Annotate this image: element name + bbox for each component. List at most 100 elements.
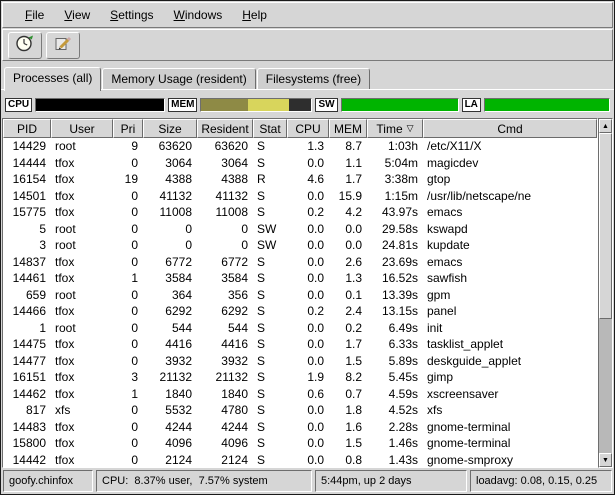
cell-pri: 19 xyxy=(113,172,143,186)
cell-stat: S xyxy=(253,420,287,434)
table-row[interactable]: 3root000SW0.00.024.81skupdate xyxy=(3,237,597,254)
cell-time: 1.46s xyxy=(367,436,423,450)
menu-item-view[interactable]: View xyxy=(54,5,100,25)
menu-item-help[interactable]: Help xyxy=(232,5,277,25)
table-row[interactable]: 15800tfox040964096S0.01.51.46sgnome-term… xyxy=(3,435,597,452)
column-header-time[interactable]: Time▽ xyxy=(367,119,423,138)
column-header-pid[interactable]: PID xyxy=(3,119,51,138)
cell-user: tfox xyxy=(51,370,113,384)
cell-time: 4.52s xyxy=(367,403,423,417)
cell-cpu: 0.0 xyxy=(287,255,329,269)
column-header-mem[interactable]: MEM xyxy=(329,119,367,138)
menu-items: FileViewSettingsWindowsHelp xyxy=(15,5,277,25)
column-header-size[interactable]: Size xyxy=(143,119,197,138)
cell-pri: 0 xyxy=(113,436,143,450)
cell-time: 29.58s xyxy=(367,222,423,236)
column-header-cpu[interactable]: CPU xyxy=(287,119,329,138)
column-header-stat[interactable]: Stat xyxy=(253,119,287,138)
cell-cmd: tasklist_applet xyxy=(423,337,597,351)
table-row[interactable]: 14462tfox118401840S0.60.74.59sxscreensav… xyxy=(3,386,597,403)
cell-size: 2124 xyxy=(143,453,197,467)
cell-pri: 0 xyxy=(113,205,143,219)
column-header-cmd[interactable]: Cmd xyxy=(423,119,597,138)
cell-resident: 41132 xyxy=(197,189,253,203)
table-row[interactable]: 14483tfox042444244S0.01.62.28sgnome-term… xyxy=(3,419,597,436)
table-row[interactable]: 14501tfox04113241132S0.015.91:15m/usr/li… xyxy=(3,188,597,205)
table-row[interactable]: 817xfs055324780S0.01.84.52sxfs xyxy=(3,402,597,419)
cell-resident: 3932 xyxy=(197,354,253,368)
cell-time: 1.43s xyxy=(367,453,423,467)
cell-cmd: gimp xyxy=(423,370,597,384)
cell-stat: S xyxy=(253,321,287,335)
table-row[interactable]: 14477tfox039323932S0.01.55.89sdeskguide_… xyxy=(3,353,597,370)
cell-time: 23.69s xyxy=(367,255,423,269)
scrollbar-trough[interactable] xyxy=(599,133,612,453)
table-row[interactable]: 14837tfox067726772S0.02.623.69semacs xyxy=(3,254,597,271)
menu-item-settings[interactable]: Settings xyxy=(100,5,163,25)
tab-filesystems-free[interactable]: Filesystems (free) xyxy=(257,68,370,89)
table-row[interactable]: 659root0364356S0.00.113.39sgpm xyxy=(3,287,597,304)
table-row[interactable]: 1root0544544S0.00.26.49sinit xyxy=(3,320,597,337)
menu-item-file[interactable]: File xyxy=(15,5,54,25)
table-row[interactable]: 15775tfox01100811008S0.24.243.97semacs xyxy=(3,204,597,221)
cell-size: 544 xyxy=(143,321,197,335)
cell-size: 0 xyxy=(143,238,197,252)
cell-user: tfox xyxy=(51,387,113,401)
cell-pri: 0 xyxy=(113,238,143,252)
tab-processes-all[interactable]: Processes (all) xyxy=(4,67,101,91)
menu-item-windows[interactable]: Windows xyxy=(164,5,233,25)
cell-pri: 9 xyxy=(113,139,143,153)
cell-stat: S xyxy=(253,271,287,285)
table-row[interactable]: 14461tfox135843584S0.01.316.52ssawfish xyxy=(3,270,597,287)
column-header-resident[interactable]: Resident xyxy=(197,119,253,138)
scroll-down-button[interactable]: ▼ xyxy=(599,453,612,467)
gtop-window: FileViewSettingsWindowsHelp xyxy=(0,0,615,495)
table-row[interactable]: 16151tfox32113221132S1.98.25.45sgimp xyxy=(3,369,597,386)
cell-resident: 4244 xyxy=(197,420,253,434)
scrollbar-thumb[interactable] xyxy=(599,133,612,319)
cell-time: 5.89s xyxy=(367,354,423,368)
bar-segment xyxy=(342,99,458,111)
cell-cpu: 0.0 xyxy=(287,453,329,467)
cell-pri: 0 xyxy=(113,255,143,269)
cell-resident: 6772 xyxy=(197,255,253,269)
cell-mem: 1.7 xyxy=(329,172,367,186)
menu-bar: FileViewSettingsWindowsHelp xyxy=(2,2,613,28)
hostname-panel: goofy.chinfox xyxy=(3,470,93,492)
cell-size: 364 xyxy=(143,288,197,302)
table-row[interactable]: 5root000SW0.00.029.58skswapd xyxy=(3,221,597,238)
cell-size: 41132 xyxy=(143,189,197,203)
scroll-up-button[interactable]: ▲ xyxy=(599,119,612,133)
cell-cmd: kupdate xyxy=(423,238,597,252)
column-label: Stat xyxy=(259,122,280,136)
table-row[interactable]: 14429root96362063620S1.38.71:03h/etc/X11… xyxy=(3,138,597,155)
bar-segment xyxy=(36,99,164,111)
cell-user: root xyxy=(51,139,113,153)
vertical-scrollbar[interactable]: ▲ ▼ xyxy=(598,118,613,468)
table-row[interactable]: 14466tfox062926292S0.22.413.15spanel xyxy=(3,303,597,320)
cell-stat: SW xyxy=(253,222,287,236)
cell-user: tfox xyxy=(51,337,113,351)
cell-resident: 21132 xyxy=(197,370,253,384)
tab-memory-usage-resident[interactable]: Memory Usage (resident) xyxy=(102,68,255,89)
cell-pid: 16154 xyxy=(3,172,51,186)
cell-pri: 0 xyxy=(113,420,143,434)
column-header-user[interactable]: User xyxy=(51,119,113,138)
column-label: User xyxy=(69,122,94,136)
cell-cmd: panel xyxy=(423,304,597,318)
table-row[interactable]: 16154tfox1943884388R4.61.73:38mgtop xyxy=(3,171,597,188)
cell-size: 3584 xyxy=(143,271,197,285)
cell-mem: 1.1 xyxy=(329,156,367,170)
cell-cmd: init xyxy=(423,321,597,335)
edit-toolbar-button[interactable] xyxy=(46,32,80,59)
column-header-pri[interactable]: Pri xyxy=(113,119,143,138)
table-row[interactable]: 14475tfox044164416S0.01.76.33stasklist_a… xyxy=(3,336,597,353)
cell-stat: SW xyxy=(253,238,287,252)
cell-cpu: 0.6 xyxy=(287,387,329,401)
cell-cmd: xscreensaver xyxy=(423,387,597,401)
table-row[interactable]: 14444tfox030643064S0.01.15:04mmagicdev xyxy=(3,155,597,172)
table-row[interactable]: 14442tfox021242124S0.00.81.43sgnome-smpr… xyxy=(3,452,597,468)
cell-cpu: 0.0 xyxy=(287,420,329,434)
cell-size: 6292 xyxy=(143,304,197,318)
clock-toolbar-button[interactable] xyxy=(8,32,42,59)
